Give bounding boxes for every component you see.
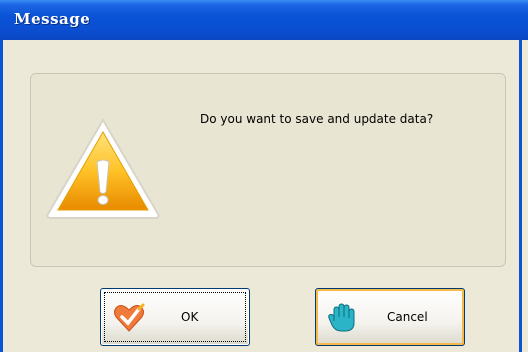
warning-icon — [44, 116, 162, 224]
ok-label: OK — [181, 310, 199, 324]
hand-stop-icon — [328, 303, 356, 337]
window-title: Message — [14, 10, 91, 28]
message-text: Do you want to save and update data? — [200, 112, 434, 126]
cancel-label: Cancel — [387, 310, 428, 324]
title-bar[interactable]: Message — [0, 0, 528, 40]
heart-check-icon — [113, 303, 145, 337]
ok-button[interactable]: OK — [100, 288, 250, 346]
cancel-button[interactable]: Cancel — [315, 288, 465, 346]
